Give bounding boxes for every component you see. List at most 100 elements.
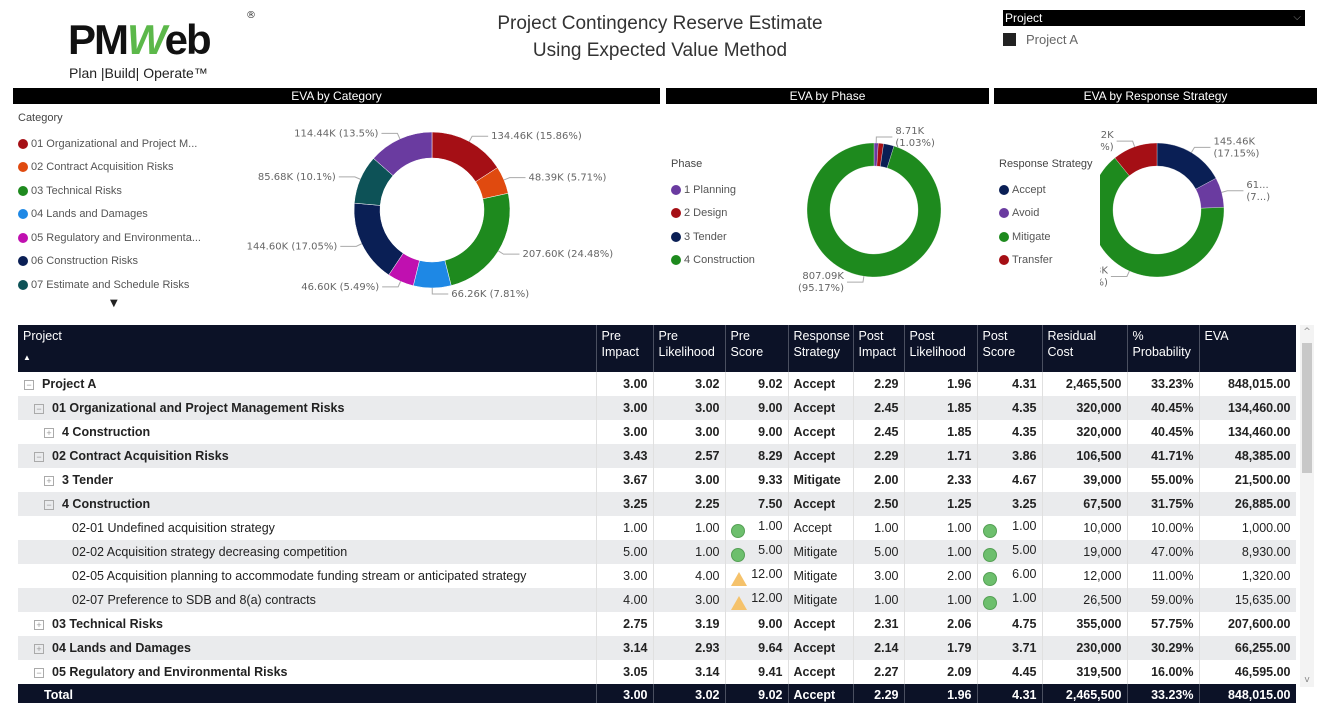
cell-pre-impact: 3.00 xyxy=(596,396,654,420)
row-label: 01 Organizational and Project Management… xyxy=(52,401,345,415)
column-header-project[interactable]: Project ▲ xyxy=(18,325,597,372)
column-header-post-likelihood[interactable]: Post Likelihood xyxy=(904,325,978,372)
table-row[interactable]: +04 Lands and Damages 3.14 2.93 9.64 Accept 2… xyxy=(18,636,1296,660)
cell-pre-likelihood: 2.25 xyxy=(653,492,726,516)
legend-item[interactable]: 01 Organizational and Project M... xyxy=(18,132,201,156)
legend-dot-icon xyxy=(999,255,1009,266)
table-row[interactable]: −02 Contract Acquisition Risks 3.43 2.57 8.… xyxy=(18,444,1296,468)
table-row[interactable]: 02-07 Preference to SDB and 8(a) contrac… xyxy=(18,588,1296,612)
column-header-residual-cost[interactable]: Residual Cost xyxy=(1042,325,1128,372)
total-pre-score: 9.02 xyxy=(725,684,789,703)
collapse-icon[interactable]: − xyxy=(34,667,44,678)
table-row[interactable]: +4 Construction 3.00 3.00 9.00 Accept 2.45 1.8… xyxy=(18,420,1296,444)
table-row[interactable]: −01 Organizational and Project Managemen… xyxy=(18,396,1296,420)
cell-pre-likelihood: 3.02 xyxy=(653,372,726,396)
legend-item[interactable]: 03 Technical Risks xyxy=(18,179,201,203)
row-label: 02-05 Acquisition planning to accommodat… xyxy=(72,569,527,583)
legend-item[interactable]: 1 Planning xyxy=(671,178,755,202)
column-header-pre-score[interactable]: Pre Score xyxy=(725,325,789,372)
cell-residual-cost: 319,500 xyxy=(1042,660,1128,684)
table-row[interactable]: 02-02 Acquisition strategy decreasing co… xyxy=(18,540,1296,564)
slicer-option-label: Project A xyxy=(1026,32,1079,47)
legend-label: 04 Lands and Damages xyxy=(31,208,148,221)
expand-icon[interactable]: + xyxy=(44,475,54,486)
chevron-down-icon[interactable]: ⌵ xyxy=(1293,10,1301,26)
donut-slice[interactable] xyxy=(412,260,452,289)
donut-slice[interactable] xyxy=(353,202,404,276)
cell-post-likelihood: 2.00 xyxy=(904,564,978,588)
cell-eva: 21,500.00 xyxy=(1199,468,1296,492)
legend-item[interactable]: 05 Regulatory and Environmenta... xyxy=(18,226,201,250)
cell-pre-impact: 2.75 xyxy=(596,612,654,636)
donut-slice[interactable] xyxy=(806,142,942,278)
table-row[interactable]: −4 Construction 3.25 2.25 7.50 Accept 2.50 1.2… xyxy=(18,492,1296,516)
donut-slice[interactable] xyxy=(444,192,511,286)
legend-item[interactable]: Transfer xyxy=(999,249,1093,273)
checkbox-icon[interactable] xyxy=(1003,33,1016,46)
cell-probability: 30.29% xyxy=(1127,636,1200,660)
collapse-icon[interactable]: − xyxy=(24,379,34,390)
legend-item[interactable]: 07 Estimate and Schedule Risks xyxy=(18,273,201,297)
legend-item[interactable]: Accept xyxy=(999,178,1093,202)
column-header-post-score[interactable]: Post Score xyxy=(977,325,1043,372)
scrollbar-thumb[interactable] xyxy=(1302,343,1312,473)
expand-icon[interactable]: + xyxy=(34,619,44,630)
column-header-eva[interactable]: EVA xyxy=(1199,325,1296,372)
cell-eva: 134,460.00 xyxy=(1199,420,1296,444)
collapse-icon[interactable]: − xyxy=(34,451,44,462)
expand-icon[interactable]: + xyxy=(34,643,44,654)
scroll-down-icon[interactable]: v xyxy=(1300,675,1314,685)
category-donut-chart: 134.46K (15.86%) 48.39K (5.71%) 207.60K (2… xyxy=(247,128,614,300)
donut-slice[interactable] xyxy=(1156,142,1217,190)
table-row[interactable]: +3 Tender 3.67 3.00 9.33 Mitigate 2.00 2.33 4.6… xyxy=(18,468,1296,492)
slicer-header[interactable]: Project ⌵ xyxy=(1003,10,1305,26)
legend-item[interactable]: 3 Tender xyxy=(671,225,755,249)
column-header-pre-impact[interactable]: Pre Impact xyxy=(596,325,654,372)
legend-item[interactable]: 02 Contract Acquisition Risks xyxy=(18,156,201,180)
cell-project: 02-05 Acquisition planning to accommodat… xyxy=(18,564,597,588)
cell-post-score: 6.00 xyxy=(977,564,1043,588)
cell-post-impact: 2.29 xyxy=(853,372,905,396)
collapse-icon[interactable]: − xyxy=(44,499,54,510)
cell-pre-likelihood: 3.00 xyxy=(653,420,726,444)
label-leader-line xyxy=(1110,270,1130,278)
table-row[interactable]: 02-05 Acquisition planning to accommodat… xyxy=(18,564,1296,588)
cell-probability: 16.00% xyxy=(1127,660,1200,684)
column-header-pre-likelihood[interactable]: Pre Likelihood xyxy=(653,325,726,372)
cell-pre-impact: 3.14 xyxy=(596,636,654,660)
legend-item[interactable]: 4 Construction xyxy=(671,249,755,273)
legend-item[interactable]: 04 Lands and Damages xyxy=(18,203,201,227)
cell-residual-cost: 26,500 xyxy=(1042,588,1128,612)
cell-response-strategy: Accept xyxy=(788,396,854,420)
table-vertical-scrollbar[interactable]: ^ v xyxy=(1300,325,1314,687)
table-row[interactable]: 02-01 Undefined acquisition strategy 1.00… xyxy=(18,516,1296,540)
legend-dot-icon xyxy=(671,231,681,242)
column-header-probability[interactable]: % Probability xyxy=(1127,325,1200,372)
slicer-option-project-a[interactable]: Project A xyxy=(1003,32,1305,47)
legend-dot-icon xyxy=(999,184,1009,195)
column-header-response-strategy[interactable]: Response Strategy xyxy=(788,325,854,372)
legend-item[interactable]: 06 Construction Risks xyxy=(18,250,201,274)
cell-project: −02 Contract Acquisition Risks xyxy=(18,444,597,468)
collapse-icon[interactable]: − xyxy=(34,403,44,414)
cell-pre-impact: 3.25 xyxy=(596,492,654,516)
cell-pre-score: 12.00 xyxy=(725,588,789,612)
expand-icon[interactable]: + xyxy=(44,427,54,438)
column-header-post-impact[interactable]: Post Impact xyxy=(853,325,905,372)
table-row[interactable]: −05 Regulatory and Environmental Risks 3.… xyxy=(18,660,1296,684)
cell-project: +03 Technical Risks xyxy=(18,612,597,636)
legend-label: 01 Organizational and Project M... xyxy=(31,137,198,150)
scroll-up-icon[interactable]: ^ xyxy=(1300,327,1314,337)
sort-ascending-icon[interactable]: ▲ xyxy=(23,350,591,366)
legend-item[interactable]: Avoid xyxy=(999,202,1093,226)
legend-item[interactable]: 2 Design xyxy=(671,202,755,226)
cell-pre-likelihood: 3.14 xyxy=(653,660,726,684)
legend-item[interactable]: Mitigate xyxy=(999,225,1093,249)
legend-dot-icon xyxy=(18,162,28,173)
cell-pre-impact: 3.00 xyxy=(596,564,654,588)
project-slicer[interactable]: Project ⌵ Project A xyxy=(1003,10,1305,47)
legend-scroll-down-icon[interactable]: ▼ xyxy=(110,298,118,309)
table-row[interactable]: − Project A 3.00 3.02 9.02 Accept 2.29 1.96 4.31… xyxy=(18,372,1296,396)
total-post-score: 4.31 xyxy=(977,684,1043,703)
table-row[interactable]: +03 Technical Risks 2.75 3.19 9.00 Accept 2.3… xyxy=(18,612,1296,636)
